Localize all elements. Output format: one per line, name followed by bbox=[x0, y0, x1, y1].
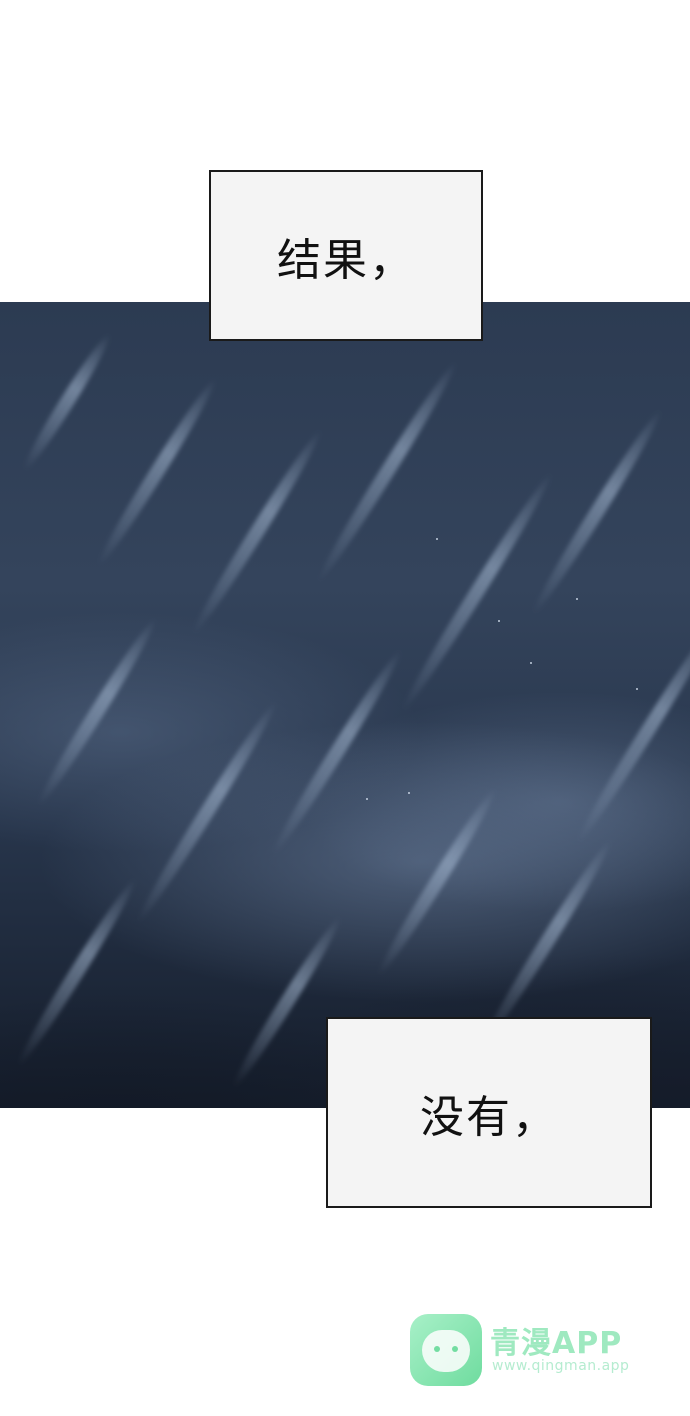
caption-text-top: 结果， bbox=[277, 234, 415, 286]
rain-streak bbox=[572, 618, 690, 846]
rain-streak bbox=[267, 646, 407, 858]
rain-streak bbox=[527, 406, 667, 618]
watermark: 青漫APP www.qingman.app bbox=[408, 1312, 644, 1388]
rain-streak bbox=[312, 358, 462, 586]
rain-streak bbox=[187, 426, 327, 638]
rain-streak bbox=[372, 785, 502, 979]
cat-eye-left bbox=[434, 1346, 440, 1352]
rain-streak bbox=[396, 469, 558, 715]
rain-streak bbox=[32, 615, 162, 809]
star bbox=[530, 662, 532, 664]
rain-streak bbox=[132, 698, 282, 926]
rain-streak bbox=[18, 330, 116, 474]
rain-streak bbox=[92, 375, 222, 569]
cat-face-icon bbox=[410, 1314, 482, 1386]
cat-face-shape bbox=[422, 1330, 470, 1372]
cat-eye-right bbox=[452, 1346, 458, 1352]
star bbox=[576, 598, 578, 600]
rain-streak bbox=[12, 875, 142, 1069]
star bbox=[408, 792, 410, 794]
rain-streak bbox=[477, 836, 617, 1048]
watermark-name: 青漫APP bbox=[490, 1326, 623, 1361]
caption-text-bottom: 没有， bbox=[420, 1091, 558, 1143]
watermark-url: www.qingman.app bbox=[492, 1358, 630, 1374]
caption-box-top: 结果， bbox=[209, 170, 483, 341]
rainy-night-sky-panel bbox=[0, 302, 690, 1108]
star bbox=[498, 620, 500, 622]
star bbox=[436, 538, 438, 540]
star bbox=[366, 798, 368, 800]
caption-box-bottom: 没有， bbox=[326, 1017, 652, 1208]
star bbox=[636, 688, 638, 690]
